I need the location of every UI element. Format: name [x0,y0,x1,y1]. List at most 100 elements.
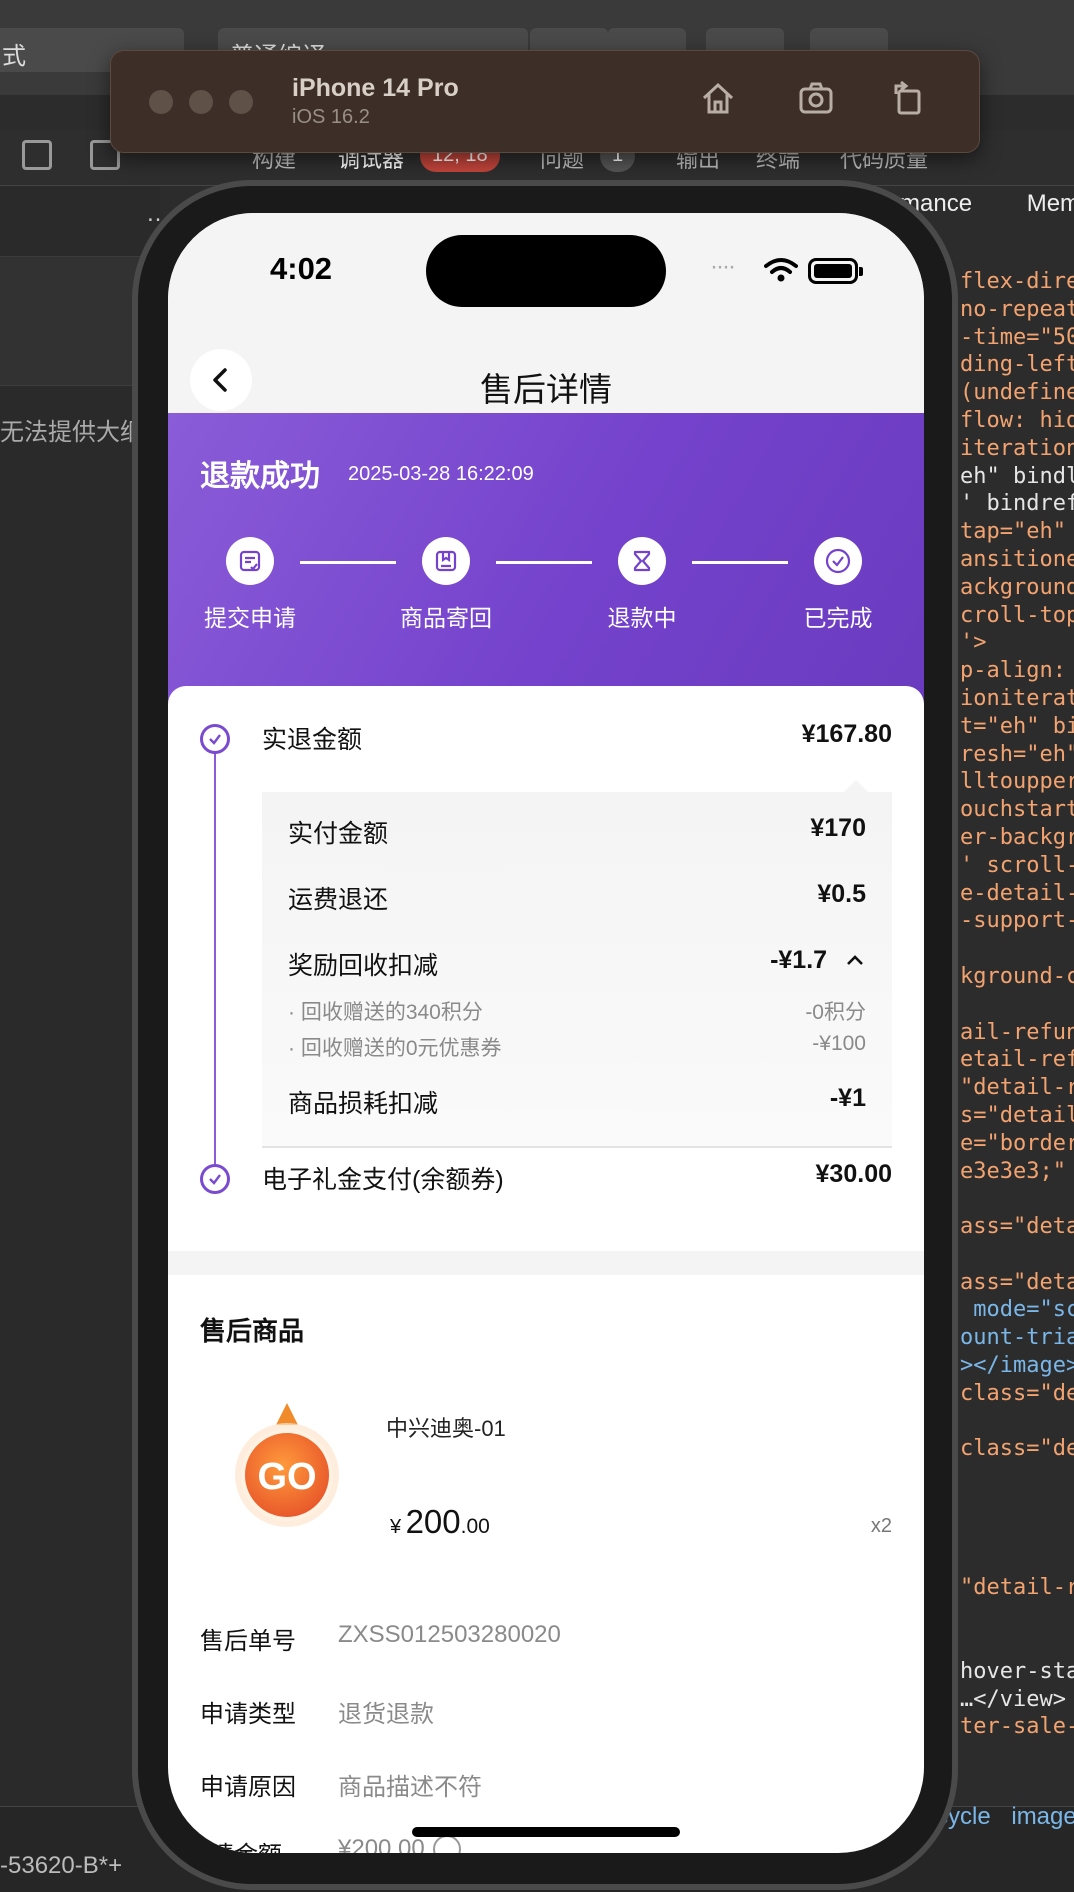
price-integer: 200 [405,1503,461,1540]
shipping-refund-label: 运费退还 [288,886,389,914]
price-currency: ¥ [390,1516,402,1538]
code-line: ' scroll- [960,852,1074,878]
progress-connector [300,561,396,564]
product-price: ¥ 200.00 [390,1503,490,1541]
progress-step-label: 退款中 [607,605,677,631]
dynamic-island [426,235,666,307]
progress-step-refunding: 退款中 [582,537,702,633]
refund-status-header: 退款成功 2025-03-28 16:22:09 提交申请 商品寄回 退款中 已… [168,413,924,713]
progress-step-complete: 已完成 [778,537,898,633]
refund-amount-card: 实退金额 ¥167.80 实付金额 ¥170 运费退还 ¥0.5 奖励回收扣减 … [168,686,924,1256]
code-line: flex-dire [960,269,1074,294]
gift-card-value: ¥30.00 [815,1160,892,1188]
section-divider [168,1251,924,1275]
reward-deduction-row[interactable]: 奖励回收扣减 -¥1.7 [288,946,866,982]
hourglass-icon [618,537,666,585]
code-line: mode="sca [973,1297,1074,1323]
progress-step-label: 提交申请 [204,605,296,631]
wxml-code-view: flex-dire no-repeat -time="50 ding-left (und… [960,268,1074,1741]
reward-item-value: -0积分 [805,1001,866,1024]
tab-memory[interactable]: Mem [1027,190,1074,217]
code-line: flow: hid [960,407,1074,433]
home-icon[interactable] [698,78,738,118]
refund-status-time: 2025-03-28 16:22:09 [348,463,534,485]
progress-step-label: 已完成 [803,605,873,631]
code-line: ioniterat [960,685,1074,711]
device-name: iPhone 14 Pro [292,74,459,102]
progress-connector [692,561,788,564]
refund-status-title: 退款成功 [200,460,320,493]
info-icon[interactable] [432,1835,461,1853]
rotate-icon[interactable] [888,78,928,118]
info-key: 请金额 [200,1835,338,1853]
layout-icon[interactable] [22,140,52,170]
actual-refund-value: ¥167.80 [801,720,892,748]
info-row-type: 申请类型 退货退款 [200,1694,434,1729]
code-line: -time="50 [960,324,1074,350]
code-line: -support- [960,908,1074,934]
code-line: eh" bindl [960,463,1074,489]
reward-deduction-value: -¥1.7 [770,946,828,974]
tab-image[interactable]: image [1011,1803,1074,1830]
code-line: tap="eh" [960,519,1066,545]
shipping-refund-row: 运费退还 ¥0.5 [288,880,866,916]
refund-breakdown-panel: 实付金额 ¥170 运费退还 ¥0.5 奖励回收扣减 -¥1.7 · 回收赠送的… [262,792,892,1148]
reward-deduction-label: 奖励回收扣减 [288,952,439,980]
code-line: "detail-r [960,1075,1074,1101]
wifi-icon [764,258,798,282]
code-line: ackground [960,574,1074,600]
window-zoom-button[interactable] [229,90,253,114]
product-logo-text: GO [257,1456,316,1498]
code-line: kground-c [960,963,1074,989]
shipping-refund-value: ¥0.5 [817,880,866,908]
product-section-title: 售后商品 [200,1316,305,1346]
code-line: croll-top [960,602,1074,628]
product-name[interactable]: 中兴迪奥-01 [386,1411,506,1443]
wear-deduction-label: 商品损耗扣减 [288,1090,439,1118]
code-line: ail-refun [960,1019,1074,1045]
reward-item-label: · 回收赠送的340积分 [288,1001,483,1024]
check-circle-icon [814,537,862,585]
product-image[interactable]: GO [232,1399,342,1529]
code-line: t="eh" bi [960,713,1074,739]
home-indicator [412,1827,680,1837]
code-line: ' bindref [960,491,1074,517]
code-line: ass="deta [960,1214,1074,1240]
devtools-tabs: mance Mem [900,190,1074,218]
info-value[interactable]: ZXSS012503280020 [338,1621,561,1656]
info-value: 商品描述不符 [338,1774,482,1801]
paid-amount-row: 实付金额 ¥170 [288,814,866,850]
code-line: p-align: [960,658,1066,684]
code-line: er-backgr [960,824,1074,850]
screenshot-icon[interactable] [796,78,836,118]
gift-card-row: 电子礼金支付(余额券) ¥30.00 [262,1160,892,1196]
chevron-up-icon [847,955,863,965]
info-key: 申请类型 [200,1701,296,1728]
code-line: e="border [960,1130,1074,1156]
code-line: no-repeat [960,296,1074,322]
code-line: ></image> [960,1353,1074,1379]
battery-icon [808,258,863,284]
reward-deduction-toggle[interactable]: -¥1.7 [770,946,866,982]
window-close-button[interactable] [149,90,173,114]
reward-item-label: · 回收赠送的0元优惠券 [288,1037,502,1060]
window-minimize-button[interactable] [189,90,213,114]
code-line: iteration= [960,435,1074,461]
code-line: etail-ref [960,1047,1074,1073]
wear-deduction-row: 商品损耗扣减 -¥1 [288,1084,866,1120]
device-os: iOS 16.2 [292,106,370,128]
actual-refund-label: 实退金额 [262,726,363,754]
progress-step-submit: 提交申请 [190,537,310,633]
package-icon [422,537,470,585]
code-line: resh="eh" [960,741,1074,767]
code-line: class="det [960,1436,1074,1462]
